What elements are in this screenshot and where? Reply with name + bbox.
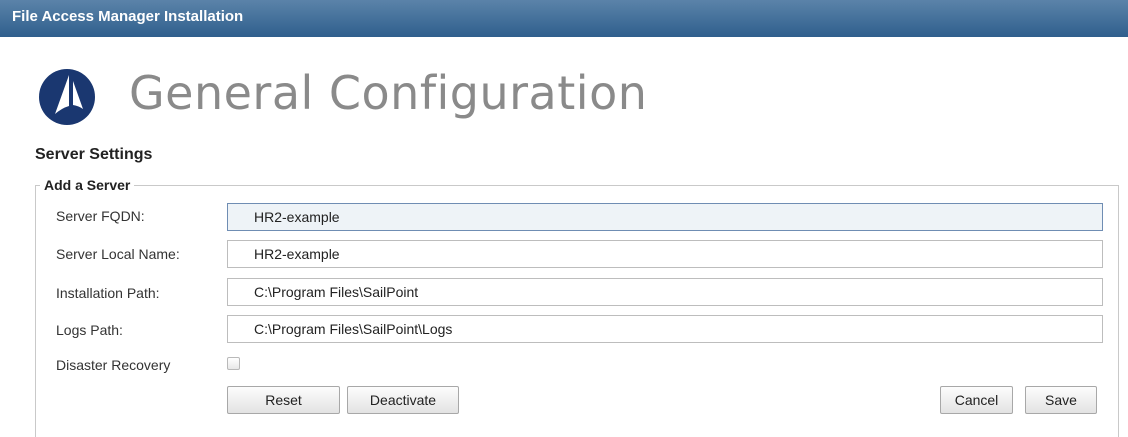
window-title: File Access Manager Installation [12,8,244,25]
installation-path-label: Installation Path: [56,285,160,301]
server-fqdn-label: Server FQDN: [56,208,145,224]
logs-path-label: Logs Path: [56,322,123,338]
server-fqdn-input[interactable] [227,203,1103,231]
server-local-name-label: Server Local Name: [56,246,180,262]
group-legend: Add a Server [44,177,131,193]
disaster-recovery-label: Disaster Recovery [56,357,171,373]
window-titlebar: File Access Manager Installation [0,0,1128,37]
sailpoint-logo-icon [39,69,95,125]
installation-path-input[interactable] [227,278,1103,306]
cancel-button[interactable]: Cancel [940,386,1013,414]
server-local-name-input[interactable] [227,240,1103,268]
page-title: General Configuration [129,66,648,120]
section-title: Server Settings [35,146,153,163]
save-button[interactable]: Save [1025,386,1097,414]
disaster-recovery-checkbox[interactable] [227,357,240,370]
reset-button[interactable]: Reset [227,386,340,414]
deactivate-button[interactable]: Deactivate [347,386,459,414]
logs-path-input[interactable] [227,315,1103,343]
